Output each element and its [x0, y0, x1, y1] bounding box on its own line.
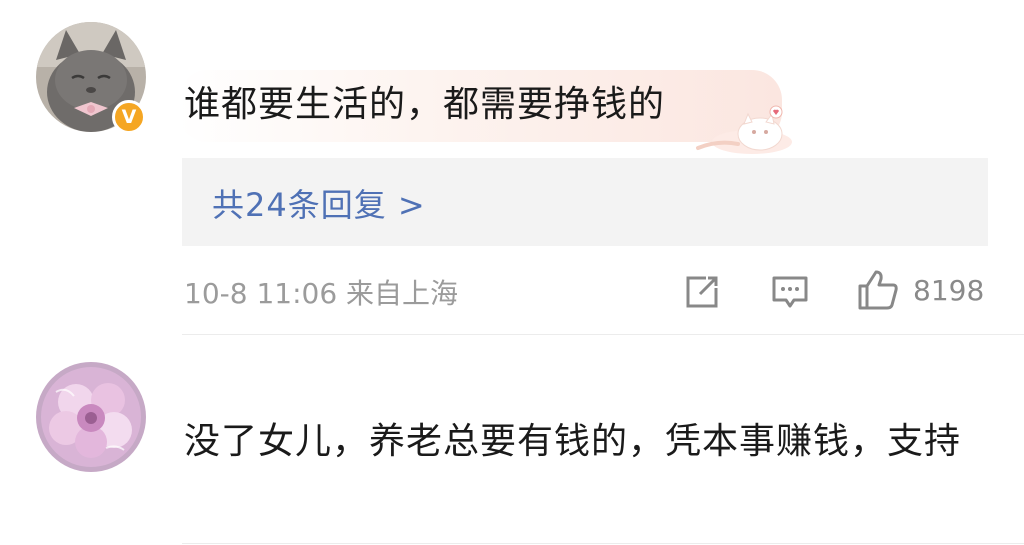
like-count: 8198 [913, 274, 985, 307]
replies-box[interactable]: 共24条回复 > [182, 158, 988, 246]
user-avatar[interactable] [36, 362, 146, 472]
comment-meta: 10-8 11:06 来自上海 [184, 272, 458, 312]
share-icon[interactable] [682, 272, 722, 312]
divider [182, 334, 1024, 335]
cat-sticker-icon [696, 105, 792, 154]
comment-text: 谁都要生活的，都需要挣钱的 [184, 84, 666, 125]
comment-icon[interactable] [770, 272, 810, 312]
verified-badge-icon: V [112, 100, 146, 134]
view-replies-link[interactable]: 共24条回复 > [212, 180, 426, 226]
comment-text: 没了女儿，养老总要有钱的，凭本事赚钱，支持 [184, 421, 962, 462]
divider [182, 543, 1024, 544]
like-icon[interactable] [856, 268, 900, 312]
flower-avatar-icon [36, 362, 146, 472]
timestamp: 10-8 11:06 [184, 277, 338, 310]
location: 来自上海 [346, 277, 459, 310]
